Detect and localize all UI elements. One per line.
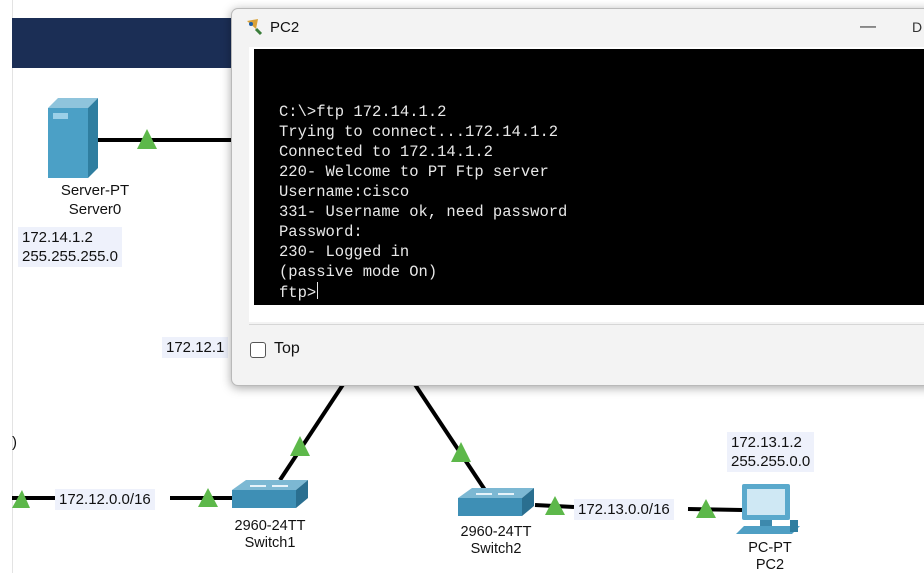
text-cursor [317,282,319,299]
network-label-172-13: 172.13.0.0/16 [574,499,674,520]
terminal-line: Connected to 172.14.1.2 [279,143,493,161]
router-ip-partial: 172.12.1 [162,337,229,358]
terminal-line: Username:cisco [279,183,410,201]
server-icon [48,98,98,178]
maximize-button[interactable]: D [912,15,924,39]
server-mask: 255.255.255.0 [22,248,118,265]
switch-icon [232,480,308,508]
link-router-switch2 [408,375,487,492]
pc-ip: 172.13.1.2 [731,434,802,451]
top-checkbox[interactable] [250,342,266,358]
server-ip-label: 172.14.1.2 255.255.255.0 [18,227,122,267]
pc-type-label: PC-PT [748,540,792,556]
window-title: PC2 [270,19,300,36]
link-switch1-router [278,375,350,482]
terminal-line: C:\>ftp 172.14.1.2 [279,103,447,121]
pc-icon [736,484,800,534]
switch-icon [458,488,534,516]
network-label-172-12: 172.12.0.0/16 [55,489,155,510]
switch2-name-label: Switch2 [470,541,522,557]
terminal-line: 230- Logged in [279,243,410,261]
command-prompt-terminal[interactable]: C:\>ftp 172.14.1.2 Trying to connect...1… [254,49,924,305]
server-name-label: Server0 [68,201,122,218]
terminal-prompt-line[interactable]: ftp> [279,282,319,303]
switch1-name-label: Switch1 [244,535,296,551]
left-fragment-label: ) [12,434,17,451]
minimize-button[interactable]: — [854,15,882,39]
terminal-line: Password: [279,223,363,241]
divider [249,324,924,325]
terminal-line: (passive mode On) [279,263,438,281]
top-checkbox-label[interactable]: Top [274,340,300,358]
terminal-line: 220- Welcome to PT Ftp server [279,163,549,181]
title-bar[interactable]: PC2 — D [232,9,924,47]
pc-mask: 255.255.0.0 [731,453,811,470]
terminal-line: 331- Username ok, need password [279,203,568,221]
packet-tracer-app-icon [247,19,263,36]
pc-ip-label: 172.13.1.2 255.255.0.0 [727,432,815,472]
link-switch2-pc-b [687,507,743,512]
switch2-model-label: 2960-24TT [460,524,532,540]
pc-name-label: PC2 [755,557,785,573]
terminal-line: Trying to connect...172.14.1.2 [279,123,559,141]
terminal-prompt: ftp> [279,284,317,302]
switch1-model-label: 2960-24TT [234,518,306,534]
server-type-label: Server-PT [60,182,130,199]
pc2-window[interactable]: PC2 — D C:\>ftp 172.14.1.2 Trying to con… [231,8,924,386]
server-ip: 172.14.1.2 [22,229,93,246]
